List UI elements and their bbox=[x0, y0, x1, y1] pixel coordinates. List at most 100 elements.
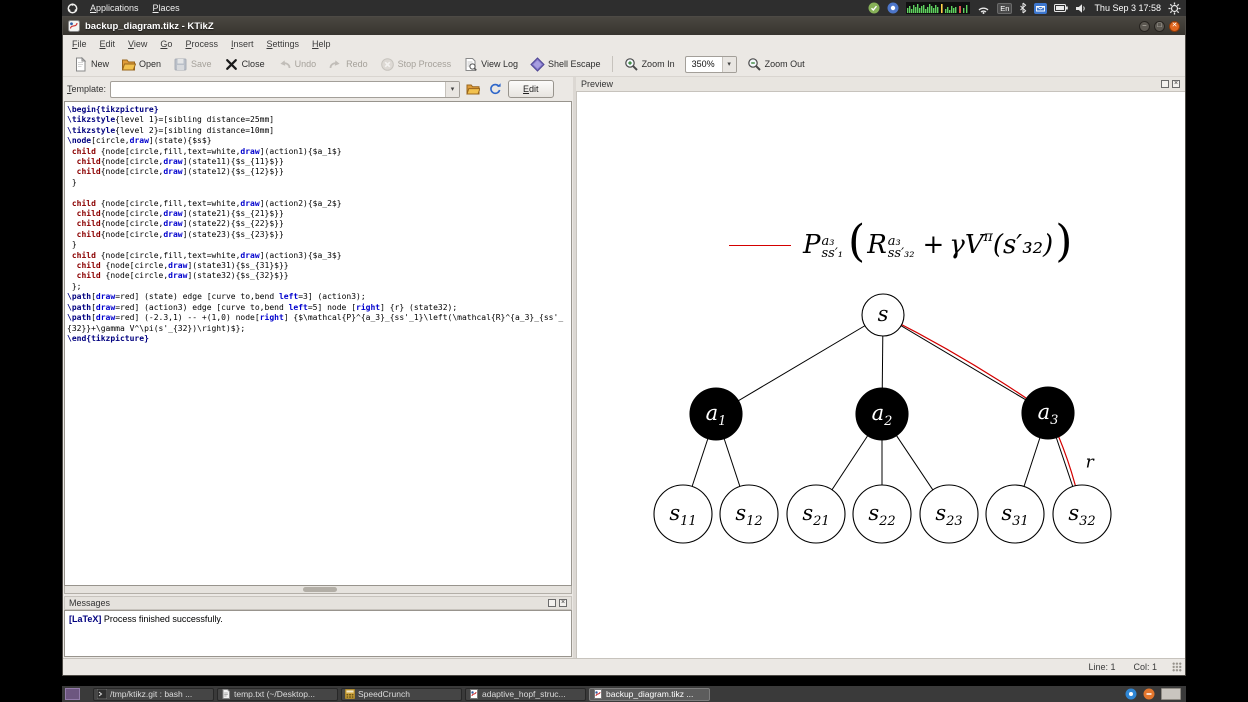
taskbar-item-label: /tmp/ktikz.git : bash ... bbox=[110, 689, 193, 699]
formula-P: P bbox=[803, 230, 821, 260]
menu-edit[interactable]: Edit bbox=[100, 39, 116, 49]
zoom-level-value: 350% bbox=[691, 59, 715, 69]
code-line: \path[draw=red] (state) edge [curve to,b… bbox=[67, 292, 366, 302]
tray-chat-icon[interactable] bbox=[1125, 688, 1137, 700]
menu-file[interactable]: File bbox=[72, 39, 87, 49]
applications-menu[interactable]: Applications bbox=[88, 3, 141, 13]
toolbar-label: Undo bbox=[294, 59, 317, 69]
toolbar-close-button[interactable]: Close bbox=[219, 55, 270, 74]
code-line: child{node[circle,draw](state22){$s_{22}… bbox=[76, 219, 284, 229]
formula-red-line bbox=[729, 244, 791, 246]
menu-insert[interactable]: Insert bbox=[231, 39, 254, 49]
taskbar-item-label: SpeedCrunch bbox=[358, 689, 410, 699]
bluetooth-icon[interactable] bbox=[1019, 2, 1027, 14]
taskbar-item-backup-diagram-tikz-[interactable]: backup_diagram.tikz ... bbox=[589, 687, 710, 701]
menu-help[interactable]: Help bbox=[312, 39, 331, 49]
toolbar-label: Redo bbox=[346, 59, 368, 69]
open-icon bbox=[121, 57, 137, 72]
template-dropdown-arrow-icon[interactable]: ▾ bbox=[445, 81, 460, 97]
preview-close-icon[interactable]: × bbox=[1172, 80, 1180, 88]
code-line: child{node[circle,draw](state23){$s_{23}… bbox=[76, 229, 284, 239]
zoom-out-icon bbox=[747, 57, 762, 72]
taskbar-item-speedcrunch[interactable]: SpeedCrunch bbox=[341, 687, 462, 701]
toolbar-label: View Log bbox=[481, 59, 519, 69]
keyboard-layout-indicator[interactable]: En bbox=[997, 2, 1013, 14]
taskbar-item-temp-txt-desktop-[interactable]: temp.txt (~/Desktop... bbox=[217, 687, 338, 701]
combobox-arrow-icon[interactable]: ▾ bbox=[721, 56, 736, 72]
formula-gammaV: γV bbox=[949, 230, 984, 260]
template-edit-button[interactable]: Edit bbox=[508, 80, 554, 98]
edge-state-action3 bbox=[882, 314, 1049, 414]
template-combobox[interactable]: ▾ bbox=[110, 80, 461, 98]
undo-icon bbox=[277, 57, 292, 72]
maximize-button[interactable]: □ bbox=[1154, 20, 1165, 32]
gear-icon[interactable] bbox=[1168, 2, 1181, 15]
volume-icon[interactable] bbox=[1075, 3, 1087, 14]
editor-horizontal-scrollbar[interactable] bbox=[64, 586, 572, 594]
shell-escape-icon bbox=[530, 56, 545, 72]
messages-header: Messages × bbox=[64, 596, 572, 610]
toolbar-open-button[interactable]: Open bbox=[116, 55, 166, 74]
toolbar-label: Stop Process bbox=[397, 59, 452, 69]
user-status-icon[interactable] bbox=[887, 2, 899, 14]
toolbar-zoom-in-button[interactable]: Zoom In bbox=[619, 55, 680, 74]
toolbar-redo-button: Redo bbox=[323, 55, 373, 74]
view-log-icon bbox=[463, 57, 478, 72]
menu-process[interactable]: Process bbox=[185, 39, 218, 49]
wifi-icon[interactable] bbox=[977, 3, 990, 14]
updates-icon[interactable] bbox=[868, 2, 880, 14]
template-bar: Template: ▾ Edit bbox=[63, 77, 573, 101]
toolbar-undo-button: Undo bbox=[272, 55, 322, 74]
code-line: \tikzstyle{level 2}=[sibling distance=10… bbox=[67, 125, 275, 135]
terminal-icon bbox=[97, 689, 107, 699]
mail-icon[interactable] bbox=[1034, 2, 1048, 14]
tray-applet[interactable] bbox=[1161, 688, 1181, 700]
tray-notification-icon[interactable] bbox=[1143, 688, 1155, 700]
toolbar-label: Close bbox=[241, 59, 265, 69]
app-icon bbox=[68, 20, 80, 32]
toolbar-view-log-button[interactable]: View Log bbox=[458, 55, 523, 74]
close-button[interactable]: ✕ bbox=[1169, 20, 1180, 32]
panel-clock[interactable]: Thu Sep 3 17:58 bbox=[1094, 3, 1161, 13]
places-menu[interactable]: Places bbox=[151, 3, 182, 13]
formula: P a₃ ss′₁ ( R a₃ ss′₃₂ + γV π (s′₃₂) ) bbox=[729, 218, 1074, 272]
ktikz-window: backup_diagram.tikz - KTikZ – □ ✕ File Ed… bbox=[62, 16, 1186, 676]
toolbar-shell-escape-button[interactable]: Shell Escape bbox=[525, 55, 606, 74]
resize-grip[interactable] bbox=[1172, 662, 1182, 672]
status-line: Line: 1 bbox=[1088, 662, 1116, 672]
calculator-icon bbox=[345, 689, 355, 699]
workspace-switcher[interactable] bbox=[65, 688, 80, 700]
taskbar-item-label: backup_diagram.tikz ... bbox=[606, 689, 694, 699]
toolbar-label: Zoom In bbox=[641, 59, 675, 69]
taskbar-item--tmp-ktikz-git-bash-[interactable]: /tmp/ktikz.git : bash ... bbox=[93, 687, 214, 701]
ubuntu-logo-icon[interactable] bbox=[67, 2, 78, 14]
top-panel: Applications Places En Thu Sep 3 17:58 bbox=[62, 0, 1186, 16]
preview-float-icon[interactable] bbox=[1161, 80, 1169, 88]
messages-float-icon[interactable] bbox=[548, 599, 556, 607]
system-monitor-icon[interactable] bbox=[906, 2, 971, 14]
taskbar: /tmp/ktikz.git : bash ... temp.txt (~/Des… bbox=[62, 686, 1186, 702]
menu-go[interactable]: Go bbox=[160, 39, 172, 49]
battery-icon[interactable] bbox=[1054, 4, 1069, 12]
toolbar-new-button[interactable]: New bbox=[68, 55, 114, 74]
menu-view[interactable]: View bbox=[128, 39, 147, 49]
toolbar-zoom-out-button[interactable]: Zoom Out bbox=[742, 55, 810, 74]
titlebar[interactable]: backup_diagram.tikz - KTikZ – □ ✕ bbox=[63, 17, 1185, 35]
log-text: Process finished successfully. bbox=[101, 614, 223, 624]
messages-close-icon[interactable]: × bbox=[559, 599, 567, 607]
template-reload-button[interactable] bbox=[486, 80, 504, 98]
scrollbar-thumb[interactable] bbox=[303, 587, 337, 592]
code-line: child {node[circle,draw](state31){$s_{31… bbox=[76, 261, 289, 271]
formula-argument: (s′₃₂) bbox=[992, 230, 1054, 260]
code-editor[interactable]: \begin{tikzpicture} \tikzstyle{level 1}=[… bbox=[64, 101, 572, 586]
save-icon bbox=[173, 57, 188, 72]
zoom-level-combobox[interactable]: 350% ▾ bbox=[684, 55, 737, 73]
code-line: child {node[circle,fill,text=white,draw]… bbox=[71, 198, 342, 208]
menu-settings[interactable]: Settings bbox=[267, 39, 300, 49]
toolbar-label: New bbox=[91, 59, 110, 69]
log-prefix: [LaTeX] bbox=[69, 614, 102, 624]
code-line: \node[circle,draw](state){$s$} bbox=[67, 136, 212, 146]
template-open-folder-button[interactable] bbox=[464, 80, 482, 98]
taskbar-item-adaptive-hopf-struc-[interactable]: adaptive_hopf_struc... bbox=[465, 687, 586, 701]
minimize-button[interactable]: – bbox=[1139, 20, 1150, 32]
